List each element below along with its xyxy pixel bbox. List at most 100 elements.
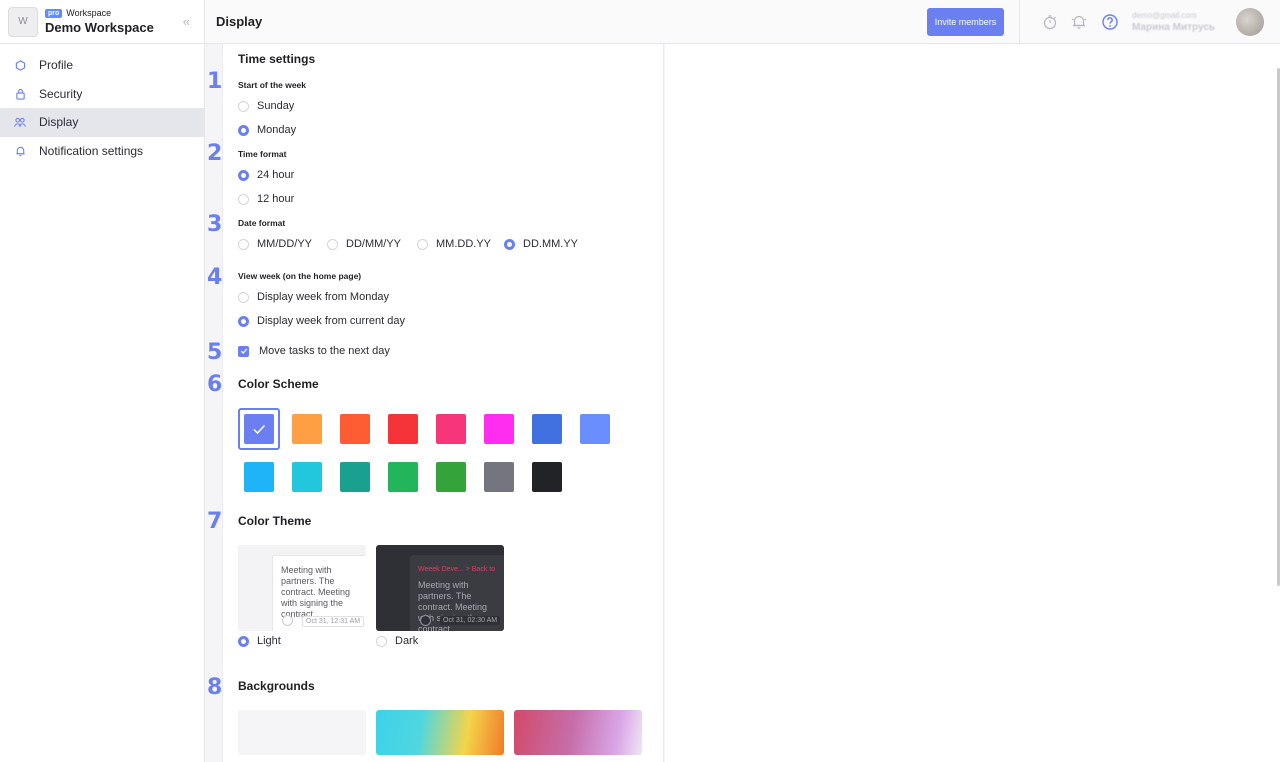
person-icon xyxy=(282,615,293,626)
color-swatch[interactable] xyxy=(244,462,274,492)
workspace-name: Demo Workspace xyxy=(45,20,154,35)
radio-week-from-monday[interactable]: Display week from Monday xyxy=(238,291,389,303)
color-swatch[interactable] xyxy=(532,462,562,492)
lock-icon xyxy=(14,88,26,100)
radio-24-hour[interactable]: 24 hour xyxy=(238,169,294,181)
section-number: 7 xyxy=(207,509,223,534)
color-swatch[interactable] xyxy=(532,414,562,444)
sidebar-item-label: Display xyxy=(39,115,79,130)
color-swatch[interactable] xyxy=(388,462,418,492)
start-week-label: Start of the week xyxy=(238,80,307,90)
sidebar-item-label: Security xyxy=(39,86,83,101)
background-option-gradient-2[interactable] xyxy=(514,710,642,755)
color-swatch[interactable] xyxy=(292,462,322,492)
radio-label: Display week from Monday xyxy=(257,291,390,303)
time-settings-title: Time settings xyxy=(238,52,316,66)
radio-theme-dark[interactable]: Dark xyxy=(376,635,418,647)
radio-label: Dark xyxy=(395,635,419,647)
checkbox-label: Move tasks to the next day xyxy=(259,345,390,357)
person-icon xyxy=(420,615,431,626)
help-icon[interactable] xyxy=(1101,13,1119,31)
radio-week-from-current-day[interactable]: Display week from current day xyxy=(238,315,405,327)
radio-mm-dd-yy-slash[interactable]: MM/DD/YY xyxy=(238,238,312,250)
checkmark-icon xyxy=(253,424,266,435)
color-swatch[interactable] xyxy=(388,414,418,444)
user-avatar[interactable] xyxy=(1236,8,1264,36)
sidebar-nav: Profile Security Display Notification se… xyxy=(0,44,204,165)
user-email: demo@gmail.com xyxy=(1132,11,1197,20)
view-week-label: View week (on the home page) xyxy=(238,271,362,281)
topbar-divider xyxy=(1019,0,1020,44)
theme-preview-date: Oct 31, 12:31 AM xyxy=(302,616,365,627)
hexagon-icon xyxy=(14,59,26,71)
radio-label: 12 hour xyxy=(257,193,295,205)
radio-dd-mm-yy-dot[interactable]: DD.MM.YY xyxy=(504,238,578,250)
color-swatch[interactable] xyxy=(436,414,466,444)
move-tasks-checkbox[interactable]: Move tasks to the next day xyxy=(238,345,390,357)
section-number: 6 xyxy=(207,372,223,397)
color-swatch[interactable] xyxy=(484,414,514,444)
bell-icon xyxy=(14,145,26,157)
section-number: 4 xyxy=(207,265,223,290)
display-settings-panel xyxy=(222,44,664,762)
bell-icon[interactable] xyxy=(1070,13,1088,31)
time-format-label: Time format xyxy=(238,149,287,159)
section-number: 2 xyxy=(207,141,223,166)
background-option-gradient-1[interactable] xyxy=(376,710,504,755)
pro-badge: pro xyxy=(45,9,63,18)
radio-theme-light[interactable]: Light xyxy=(238,635,281,647)
section-number: 1 xyxy=(207,69,223,94)
radio-circle xyxy=(238,238,249,250)
radio-monday[interactable]: Monday xyxy=(238,124,296,136)
section-number: 8 xyxy=(207,675,223,700)
stopwatch-icon[interactable] xyxy=(1041,13,1059,31)
radio-12-hour[interactable]: 12 hour xyxy=(238,193,294,205)
radio-circle xyxy=(238,193,249,205)
radio-label: DD/MM/YY xyxy=(346,238,401,250)
radio-sunday[interactable]: Sunday xyxy=(238,100,294,112)
radio-label: 24 hour xyxy=(257,169,295,181)
collapse-sidebar-icon[interactable]: « xyxy=(183,14,190,29)
sidebar-item-display[interactable]: Display xyxy=(0,108,204,137)
invite-members-button[interactable]: Invite members xyxy=(927,8,1004,36)
backgrounds-title: Backgrounds xyxy=(238,679,315,693)
workspace-avatar: W xyxy=(8,6,38,37)
radio-circle xyxy=(238,635,249,647)
sidebar-item-security[interactable]: Security xyxy=(0,80,204,109)
top-bar: Display Invite members demo@gmail.com Ма… xyxy=(205,0,1280,44)
radio-circle xyxy=(238,100,249,112)
checkmark-icon xyxy=(238,345,249,357)
color-scheme-title: Color Scheme xyxy=(238,377,319,391)
sidebar-item-notification-settings[interactable]: Notification settings xyxy=(0,137,204,166)
radio-circle xyxy=(238,124,249,136)
color-swatch[interactable] xyxy=(292,414,322,444)
color-swatch[interactable] xyxy=(244,414,274,444)
color-swatch[interactable] xyxy=(340,414,370,444)
theme-preview-dark[interactable]: Weeek Deve... > Back to Meeting with par… xyxy=(376,545,504,631)
section-number: 3 xyxy=(207,212,223,237)
color-swatch[interactable] xyxy=(580,414,610,444)
radio-label: Monday xyxy=(257,124,297,136)
color-swatch[interactable] xyxy=(436,462,466,492)
radio-label: MM/DD/YY xyxy=(257,238,312,250)
theme-preview-text: Meeting with partners. The contract. Mee… xyxy=(281,565,351,619)
radio-circle xyxy=(504,238,515,250)
sidebar-item-profile[interactable]: Profile xyxy=(0,51,204,80)
radio-mm-dd-yy-dot[interactable]: MM.DD.YY xyxy=(417,238,491,250)
radio-label: MM.DD.YY xyxy=(436,238,491,250)
radio-circle xyxy=(238,169,249,181)
radio-label: Sunday xyxy=(257,100,295,112)
sidebar: W pro Workspace Demo Workspace « Profile… xyxy=(0,0,205,762)
theme-preview-light[interactable]: Meeting with partners. The contract. Mee… xyxy=(238,545,366,631)
color-swatch[interactable] xyxy=(340,462,370,492)
background-option-none[interactable] xyxy=(238,710,366,755)
content-area xyxy=(665,44,1280,762)
radio-circle xyxy=(238,291,249,303)
theme-preview-tag: Weeek Deve... > Back to xyxy=(418,566,496,573)
color-swatch[interactable] xyxy=(484,462,514,492)
workspace-header[interactable]: W pro Workspace Demo Workspace « xyxy=(0,0,204,44)
radio-dd-mm-yy-slash[interactable]: DD/MM/YY xyxy=(327,238,401,250)
radio-circle xyxy=(376,635,387,647)
radio-circle xyxy=(238,315,249,327)
section-number: 5 xyxy=(207,340,223,365)
